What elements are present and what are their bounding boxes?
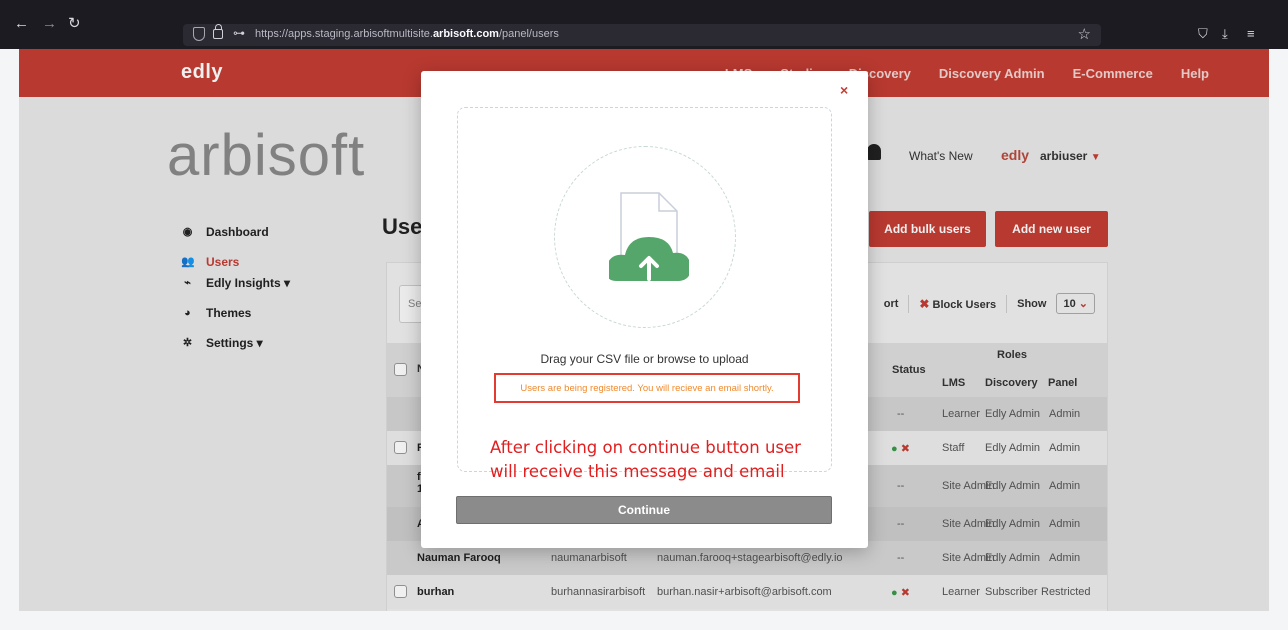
address-bar[interactable]: ⊶ https://apps.staging.arbisoftmultisite… xyxy=(183,24,1101,46)
shield-icon[interactable] xyxy=(193,27,205,41)
pocket-icon[interactable]: ⛉ xyxy=(1198,26,1208,42)
annotation-line-2: will receive this message and email xyxy=(490,462,785,481)
annotation-line-1: After clicking on continue button user xyxy=(490,438,801,457)
continue-button[interactable]: Continue xyxy=(456,496,832,524)
dropzone-circle xyxy=(554,146,736,328)
csv-dropzone[interactable]: Drag your CSV file or browse to upload xyxy=(457,107,832,472)
browser-toolbar: ← → ↻ ⊶ https://apps.staging.arbisoftmul… xyxy=(0,0,1288,49)
highlight-box: Users are being registered. You will rec… xyxy=(494,373,800,403)
dropzone-text: Drag your CSV file or browse to upload xyxy=(540,352,749,366)
registration-message: Users are being registered. You will rec… xyxy=(520,383,774,394)
forward-icon[interactable]: → xyxy=(42,14,57,34)
url-text[interactable]: https://apps.staging.arbisoftmultisite.a… xyxy=(255,28,559,40)
lock-icon[interactable] xyxy=(213,24,223,39)
menu-icon[interactable]: ≡ xyxy=(1247,26,1255,41)
star-icon[interactable]: ☆ xyxy=(1078,25,1091,43)
key-icon[interactable]: ⊶ xyxy=(233,26,245,40)
upload-cloud-icon xyxy=(609,192,689,281)
close-icon[interactable]: × xyxy=(840,82,848,98)
annotation-text: After clicking on continue button user w… xyxy=(490,436,801,484)
back-icon[interactable]: ← xyxy=(14,14,29,34)
download-icon[interactable]: ⤓ xyxy=(1222,26,1228,42)
reload-icon[interactable]: ↻ xyxy=(68,14,81,34)
